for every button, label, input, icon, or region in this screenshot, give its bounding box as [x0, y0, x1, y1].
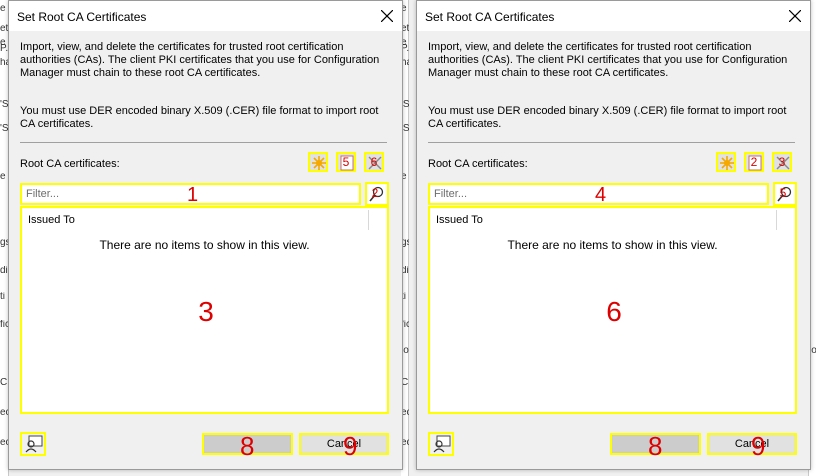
annotation-number: 6 [370, 155, 378, 169]
annotation-number: 9 [343, 431, 358, 461]
set-root-ca-dialog-1: Set Root CA Certificates Import, view, a… [8, 0, 403, 470]
annotation-number: 3 [778, 155, 786, 169]
format-note: You must use DER encoded binary X.509 (.… [428, 105, 787, 130]
search-button[interactable]: 2 [365, 182, 389, 206]
column-divider[interactable] [368, 210, 369, 230]
column-header-issued-to[interactable]: Issued To [28, 214, 75, 226]
background-text-fragment: 'S [0, 100, 8, 110]
annotation-number: 2 [750, 155, 758, 169]
annotation-number: 5 [342, 155, 350, 169]
set-root-ca-dialog-2: Set Root CA Certificates Import, view, a… [416, 0, 811, 470]
dialog-description: Import, view, and delete the certificate… [428, 41, 788, 79]
empty-list-message: There are no items to show in this view. [99, 238, 310, 252]
root-ca-list-view[interactable]: Issued To There are no items to show in … [20, 206, 389, 414]
close-icon [789, 10, 801, 22]
background-text-fragment: gs [0, 238, 8, 248]
user-check-icon [25, 435, 43, 453]
background-text-fragment: ec [0, 408, 8, 418]
empty-list-message: There are no items to show in this view. [507, 238, 718, 252]
annotation-number: 1 [187, 184, 199, 206]
format-note: You must use DER encoded binary X.509 (.… [20, 105, 379, 130]
column-divider[interactable] [776, 210, 777, 230]
user-certificate-button[interactable] [20, 432, 46, 456]
close-button[interactable] [780, 1, 810, 31]
background-text-fragment: 'S [0, 124, 8, 134]
ok-button[interactable]: 8 [202, 433, 293, 459]
annotation-number: 6 [606, 296, 622, 327]
close-icon [381, 10, 393, 22]
cancel-button[interactable]: Cancel 9 [707, 433, 797, 459]
separator [428, 142, 795, 143]
search-button[interactable]: 5 [773, 182, 797, 206]
new-star-icon [312, 156, 326, 170]
close-button[interactable] [372, 1, 402, 31]
annotation-number: 8 [648, 431, 663, 461]
annotation-number: 4 [595, 184, 607, 206]
background-text-fragment: e [0, 4, 6, 14]
title-bar: Set Root CA Certificates [9, 1, 402, 31]
root-ca-list-view[interactable]: Issued To There are no items to show in … [428, 206, 797, 414]
separator [20, 142, 387, 143]
cancel-button[interactable]: Cancel 9 [299, 433, 389, 459]
background-text-fragment: e [0, 172, 6, 182]
column-header-issued-to[interactable]: Issued To [436, 214, 483, 226]
annotation-number: 5 [779, 186, 787, 200]
background-text-fragment: et [0, 24, 8, 34]
annotation-number: 3 [198, 296, 214, 327]
user-certificate-button[interactable] [428, 432, 454, 456]
new-star-icon [720, 156, 734, 170]
background-text-fragment: di [0, 266, 8, 276]
background-text-fragment: ec [0, 438, 8, 448]
annotation-number: 8 [240, 431, 255, 461]
background-text-fragment: ha [0, 58, 8, 68]
dialog-title: Set Root CA Certificates [425, 10, 555, 24]
annotation-number: 2 [371, 186, 379, 200]
background-text-fragment: P. [0, 44, 8, 54]
delete-certificate-button[interactable]: 5 [336, 152, 356, 172]
import-certificate-button[interactable] [308, 152, 328, 172]
certificate-properties-button[interactable]: 3 [772, 152, 792, 172]
background-text-fragment: fic [0, 320, 8, 330]
annotation-number: 9 [751, 431, 766, 461]
dialog-description: Import, view, and delete the certificate… [20, 41, 380, 79]
ok-button[interactable]: 8 [610, 433, 701, 459]
dialog-title: Set Root CA Certificates [17, 10, 147, 24]
root-ca-label: Root CA certificates: [20, 158, 120, 170]
title-bar: Set Root CA Certificates [417, 1, 810, 31]
delete-certificate-button[interactable]: 2 [744, 152, 764, 172]
certificate-properties-button[interactable]: 6 [364, 152, 384, 172]
background-text-fragment: ti [0, 292, 5, 302]
root-ca-label: Root CA certificates: [428, 158, 528, 170]
import-certificate-button[interactable] [716, 152, 736, 172]
background-text-fragment: C [0, 378, 8, 388]
user-check-icon [433, 435, 451, 453]
